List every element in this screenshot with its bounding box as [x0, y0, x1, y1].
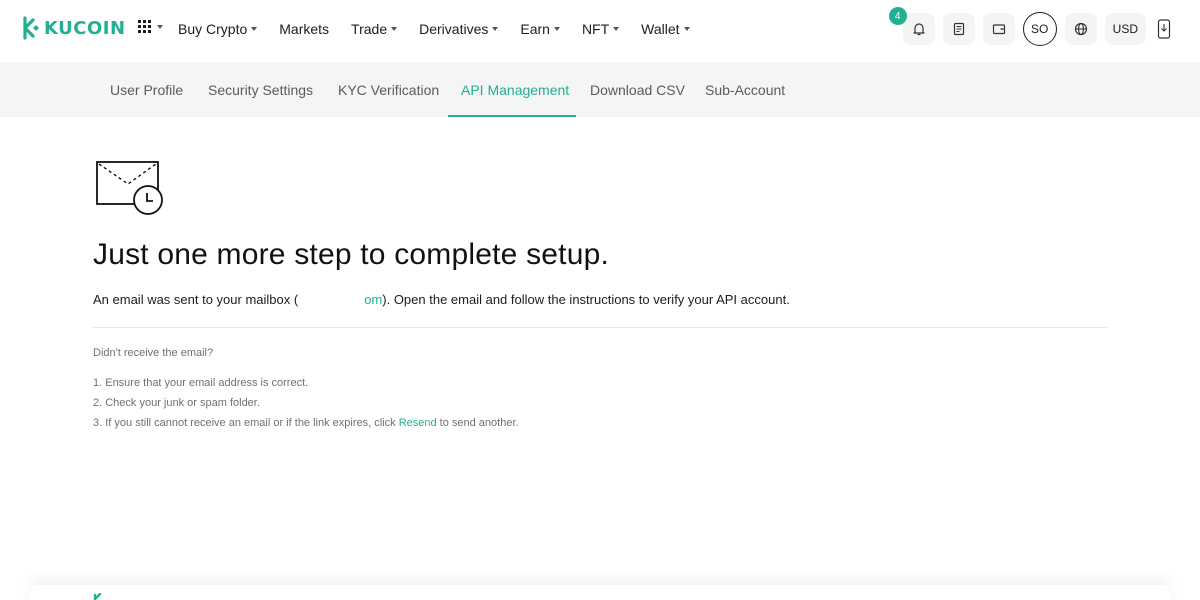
page-title: Just one more step to complete setup. — [93, 238, 610, 271]
message-prefix: An email was sent to your mailbox ( — [93, 292, 299, 307]
list-item: 2. Check your junk or spam folder. — [93, 397, 260, 409]
list-item: 1. Ensure that your email address is cor… — [93, 377, 309, 389]
tab-security-settings[interactable]: Security Settings — [208, 62, 313, 117]
phone-download-icon — [1157, 19, 1171, 39]
nav-item-wallet[interactable]: Wallet — [641, 21, 690, 37]
step3-suffix: to send another. — [436, 417, 519, 429]
currency-selector[interactable]: USD — [1104, 13, 1146, 45]
nav-item-derivatives[interactable]: Derivatives — [419, 21, 499, 37]
orders-button[interactable] — [942, 13, 975, 45]
chevron-down-icon — [157, 24, 163, 29]
nav-item-label: Derivatives — [419, 21, 489, 37]
nav-item-earn[interactable]: Earn — [520, 21, 560, 37]
notification-badge: 4 — [888, 7, 907, 25]
app-download-button[interactable] — [1154, 13, 1174, 45]
chevron-down-icon — [391, 27, 398, 31]
header-actions: 4 SO USD — [888, 7, 1174, 46]
wallet-icon — [992, 24, 1005, 35]
nav-item-label: Buy Crypto — [178, 21, 248, 37]
account-subnav: User Profile Security Settings KYC Verif… — [0, 62, 1200, 117]
apps-grid-icon — [138, 20, 151, 33]
chevron-down-icon — [553, 27, 560, 31]
chevron-down-icon — [251, 27, 258, 31]
email-sent-message: An email was sent to your mailbox ( om). … — [93, 292, 790, 307]
nav-item-label: Trade — [351, 21, 388, 37]
tab-kyc-verification[interactable]: KYC Verification — [338, 62, 439, 117]
tab-user-profile[interactable]: User Profile — [110, 62, 183, 117]
chevron-down-icon — [492, 27, 499, 31]
nav-item-buy-crypto[interactable]: Buy Crypto — [178, 21, 258, 37]
globe-icon — [1074, 22, 1087, 36]
step3-prefix: 3. If you still cannot receive an email … — [93, 417, 399, 429]
apps-menu-button[interactable] — [138, 20, 163, 33]
language-button[interactable] — [1064, 13, 1097, 45]
footer — [30, 585, 1170, 600]
nav-item-label: Wallet — [641, 21, 680, 37]
nav-item-trade[interactable]: Trade — [351, 21, 398, 37]
top-header: KUCOIN Buy Crypto Markets Trade Derivati… — [0, 0, 1200, 62]
kucoin-logo[interactable]: KUCOIN — [18, 16, 126, 40]
divider — [93, 327, 1107, 328]
brand-name: KUCOIN — [44, 17, 126, 39]
tab-sub-account[interactable]: Sub-Account — [705, 62, 785, 117]
main-nav: Buy Crypto Markets Trade Derivatives Ear… — [178, 0, 712, 58]
email-address: om — [364, 292, 383, 307]
chevron-down-icon — [683, 27, 690, 31]
bell-icon — [913, 23, 925, 36]
notifications-button[interactable]: 4 — [888, 7, 935, 45]
nav-item-label: Earn — [520, 21, 550, 37]
list-item: 3. If you still cannot receive an email … — [93, 413, 519, 433]
kucoin-logo-icon — [23, 16, 39, 40]
nav-item-nft[interactable]: NFT — [581, 21, 620, 37]
chevron-down-icon — [613, 27, 620, 31]
wallet-button[interactable] — [982, 13, 1015, 45]
help-steps: 1. Ensure that your email address is cor… — [93, 373, 519, 433]
resend-link[interactable]: Resend — [399, 417, 437, 429]
help-title: Didn't receive the email? — [93, 347, 214, 359]
kucoin-logo-icon — [93, 593, 102, 600]
nav-item-markets[interactable]: Markets — [279, 21, 329, 37]
tab-download-csv[interactable]: Download CSV — [590, 62, 685, 117]
nav-item-label: Markets — [279, 21, 330, 37]
message-suffix: ). Open the email and follow the instruc… — [382, 292, 790, 307]
orders-icon — [953, 22, 964, 36]
active-tab-indicator — [448, 115, 576, 117]
avatar[interactable]: SO — [1022, 12, 1057, 46]
nav-item-label: NFT — [581, 21, 610, 37]
email-pending-icon — [96, 161, 163, 215]
tab-api-management[interactable]: API Management — [461, 62, 569, 117]
